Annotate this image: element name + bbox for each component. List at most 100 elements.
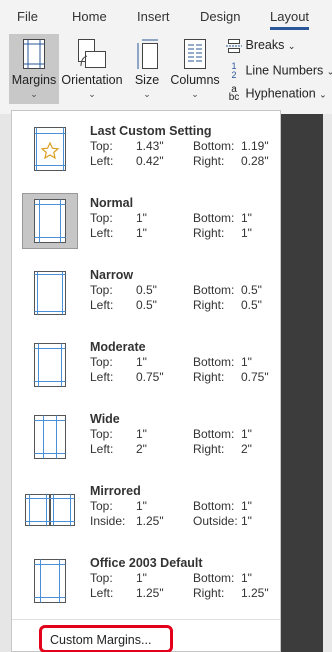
option-label: Bottom: [193,211,235,225]
option-label: Bottom: [193,571,235,585]
margin-preview [22,553,78,609]
option-value: 0.5" [136,283,157,297]
margin-option-wide[interactable]: Wide Top: 1" Bottom: 1" Left: 2" Right: … [12,403,280,475]
option-label: Top: [90,499,113,513]
ribbon-page-setup: Margins ⌄ Orientation ⌄ Size ⌄ Columns ⌄… [0,32,332,114]
option-value: 1" [136,211,147,225]
option-label: Left: [90,442,114,456]
option-value: 1" [241,355,252,369]
margin-preview [22,121,78,177]
option-value: 0.5" [136,298,157,312]
size-icon [137,39,158,69]
margin-option-last-custom[interactable]: Last Custom Setting Top: 1.43" Bottom: 1… [12,115,280,187]
breaks-icon [226,38,242,53]
margin-option-narrow[interactable]: Narrow Top: 0.5" Bottom: 0.5" Left: 0.5"… [12,259,280,331]
margin-option-office-2003-default[interactable]: Office 2003 Default Top: 1" Bottom: 1" L… [12,547,280,619]
option-value: 1.25" [136,514,164,528]
custom-margins-button[interactable]: Custom Margins... [39,625,173,652]
margin-option-normal[interactable]: Normal Top: 1" Bottom: 1" Left: 1" Right… [12,187,280,259]
dropdown-footer: Custom Margins... [12,619,280,652]
page-preview-icon [34,127,66,171]
margin-option-mirrored[interactable]: Mirrored Top: 1" Bottom: 1" Inside: 1.25… [12,475,280,547]
chevron-down-icon: ⌄ [191,89,199,99]
option-label: Right: [193,442,225,456]
option-value: 1" [241,226,252,240]
margin-preview [22,265,78,321]
option-label: Left: [90,370,114,384]
tab-home[interactable]: Home [72,9,107,24]
option-name: Moderate [90,340,146,354]
option-value: 0.75" [241,370,269,384]
margin-option-moderate[interactable]: Moderate Top: 1" Bottom: 1" Left: 0.75" … [12,331,280,403]
option-label: Top: [90,139,113,153]
option-label: Outside: [193,514,238,528]
margin-preview [22,481,78,537]
option-label: Left: [90,226,114,240]
scrollbar-track[interactable] [323,114,332,652]
page-preview-icon [34,271,66,315]
hyphenation-button[interactable]: a bc Hyphenation ⌄ [226,84,327,103]
page-preview-icon [34,199,66,243]
option-value: 0.28" [241,154,269,168]
option-label: Right: [193,226,225,240]
option-value: 1" [136,571,147,585]
option-value: 0.5" [241,298,262,312]
page-preview-icon [34,415,66,459]
option-value: 1" [241,499,252,513]
option-value: 1" [136,355,147,369]
option-label: Bottom: [193,499,235,513]
option-value: 1" [241,427,252,441]
line-numbers-button[interactable]: 12 Line Numbers ⌄ [226,62,332,80]
tab-layout[interactable]: Layout [270,9,310,30]
margins-icon [23,39,45,69]
hyphenation-icon: a bc [228,84,240,103]
option-label: Top: [90,211,113,225]
chevron-down-icon: ⌄ [326,66,332,77]
orientation-icon [78,39,106,68]
page-preview-icon [34,343,66,387]
orientation-button[interactable]: Orientation ⌄ [60,34,124,104]
margin-preview [22,337,78,393]
document-margin-area [0,114,11,652]
page-preview-icon [34,559,66,603]
margins-button[interactable]: Margins ⌄ [9,34,59,104]
option-value: 1.19" [241,139,269,153]
option-value: 1" [136,499,147,513]
hyphenation-label: Hyphenation [245,86,316,101]
size-label: Size [134,73,160,87]
option-name: Mirrored [90,484,141,498]
option-label: Right: [193,370,225,384]
option-name: Wide [90,412,120,426]
option-label: Bottom: [193,427,235,441]
columns-button[interactable]: Columns ⌄ [169,34,221,104]
option-value: 2" [241,442,252,456]
option-value: 1" [136,427,147,441]
size-button[interactable]: Size ⌄ [130,34,164,104]
tab-insert[interactable]: Insert [137,9,170,24]
option-value: 1.25" [136,586,164,600]
tab-file[interactable]: File [17,9,38,24]
option-label: Left: [90,154,114,168]
option-label: Right: [193,298,225,312]
breaks-label: Breaks [245,38,285,52]
chevron-down-icon: ⌄ [287,41,296,51]
option-label: Right: [193,154,225,168]
option-label: Bottom: [193,283,235,297]
option-name: Last Custom Setting [90,124,212,138]
margin-preview [22,409,78,465]
line-numbers-label: Line Numbers [245,63,324,78]
option-value: 2" [136,442,147,456]
tab-design[interactable]: Design [200,9,240,24]
option-label: Bottom: [193,139,235,153]
option-value: 1" [241,211,252,225]
breaks-button[interactable]: Breaks ⌄ [226,38,295,53]
option-name: Office 2003 Default [90,556,203,570]
columns-label: Columns [170,73,220,87]
option-value: 1" [241,514,252,528]
option-label: Bottom: [193,355,235,369]
option-value: 1" [241,571,252,585]
option-label: Inside: [90,514,126,528]
columns-icon [184,39,206,69]
margins-label: Margins [11,73,57,87]
chevron-down-icon: ⌄ [143,89,151,99]
